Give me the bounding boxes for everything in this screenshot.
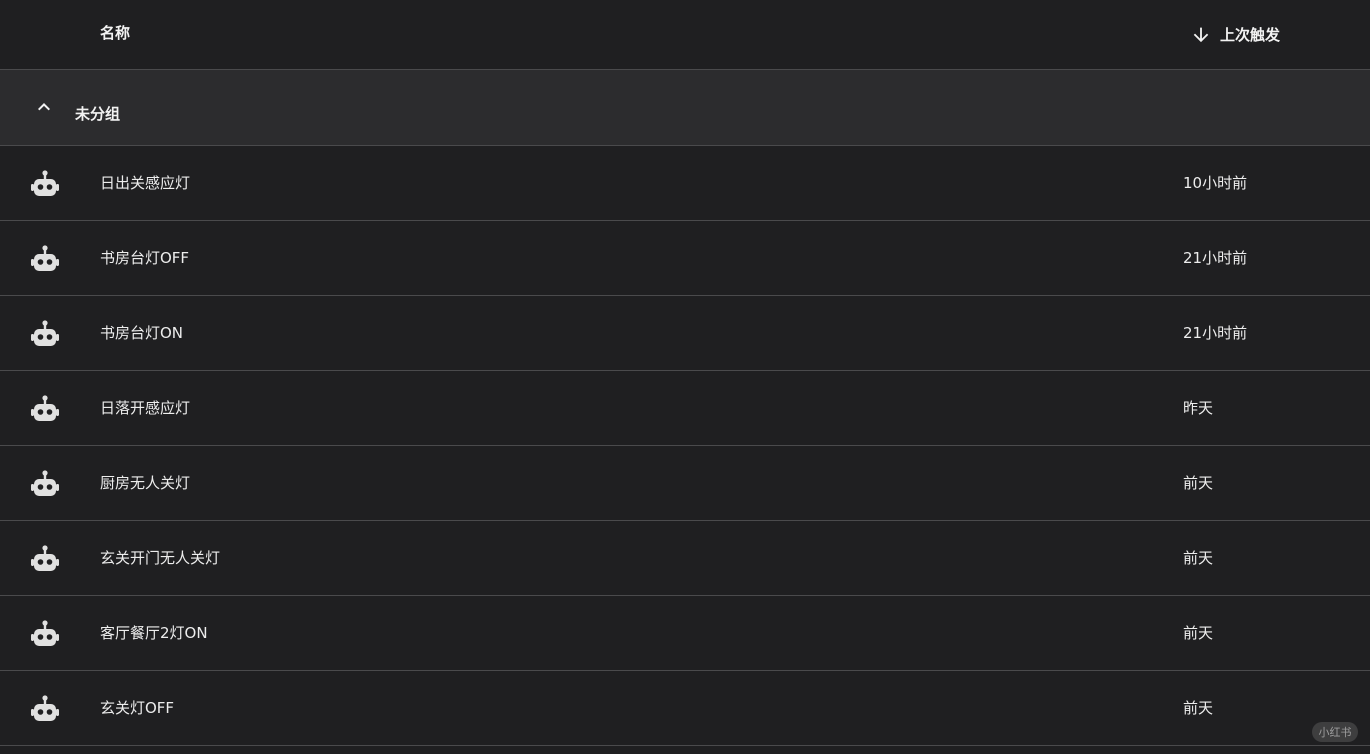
- robot-icon: [30, 545, 60, 573]
- automation-name: 书房台灯ON: [100, 324, 184, 342]
- automation-name: 日落开感应灯: [100, 399, 191, 417]
- column-header-last-triggered-label: 上次触发: [1220, 26, 1281, 44]
- robot-icon: [30, 320, 60, 348]
- table-row[interactable]: 书房台灯ON 21小时前: [0, 296, 1370, 371]
- automation-name: 日出关感应灯: [100, 174, 191, 192]
- robot-icon: [30, 695, 60, 723]
- group-row-ungrouped[interactable]: 未分组: [0, 70, 1370, 146]
- table-row[interactable]: 厨房无人关灯 前天: [0, 446, 1370, 521]
- robot-icon: [30, 245, 60, 273]
- last-triggered: 前天: [1183, 549, 1214, 567]
- automation-name: 厨房无人关灯: [100, 474, 191, 492]
- last-triggered: 10小时前: [1183, 174, 1248, 192]
- robot-icon: [30, 395, 60, 423]
- robot-icon: [30, 620, 60, 648]
- last-triggered: 21小时前: [1183, 324, 1248, 342]
- table-row[interactable]: 客厅餐厅2灯ON 前天: [0, 596, 1370, 671]
- group-label: 未分组: [75, 105, 121, 123]
- robot-icon: [30, 170, 60, 198]
- last-triggered: 昨天: [1183, 399, 1214, 417]
- robot-icon: [30, 470, 60, 498]
- watermark-logo: 小红书: [1312, 722, 1358, 742]
- column-header-name[interactable]: 名称: [100, 0, 130, 69]
- last-triggered: 前天: [1183, 474, 1214, 492]
- last-triggered: 前天: [1183, 699, 1214, 717]
- table-row[interactable]: 玄关开门无人关灯 前天: [0, 521, 1370, 596]
- arrow-down-icon: [1190, 24, 1212, 46]
- automations-table: 名称 上次触发 未分组 日出关感应灯 10小时前 书房台灯OFF 21小时前 书…: [0, 0, 1370, 754]
- automation-name: 书房台灯OFF: [100, 249, 190, 267]
- automation-list: 日出关感应灯 10小时前 书房台灯OFF 21小时前 书房台灯ON 21小时前 …: [0, 146, 1370, 746]
- table-row[interactable]: 书房台灯OFF 21小时前: [0, 221, 1370, 296]
- last-triggered: 前天: [1183, 624, 1214, 642]
- last-triggered: 21小时前: [1183, 249, 1248, 267]
- table-header: 名称 上次触发: [0, 0, 1370, 70]
- automation-name: 玄关开门无人关灯: [100, 549, 221, 567]
- automation-name: 玄关灯OFF: [100, 699, 175, 717]
- chevron-up-icon[interactable]: [32, 95, 56, 119]
- table-row[interactable]: 玄关灯OFF 前天: [0, 671, 1370, 746]
- table-row[interactable]: 日落开感应灯 昨天: [0, 371, 1370, 446]
- automation-name: 客厅餐厅2灯ON: [100, 624, 208, 642]
- column-header-last-triggered[interactable]: 上次触发: [1190, 0, 1280, 69]
- table-row[interactable]: 日出关感应灯 10小时前: [0, 146, 1370, 221]
